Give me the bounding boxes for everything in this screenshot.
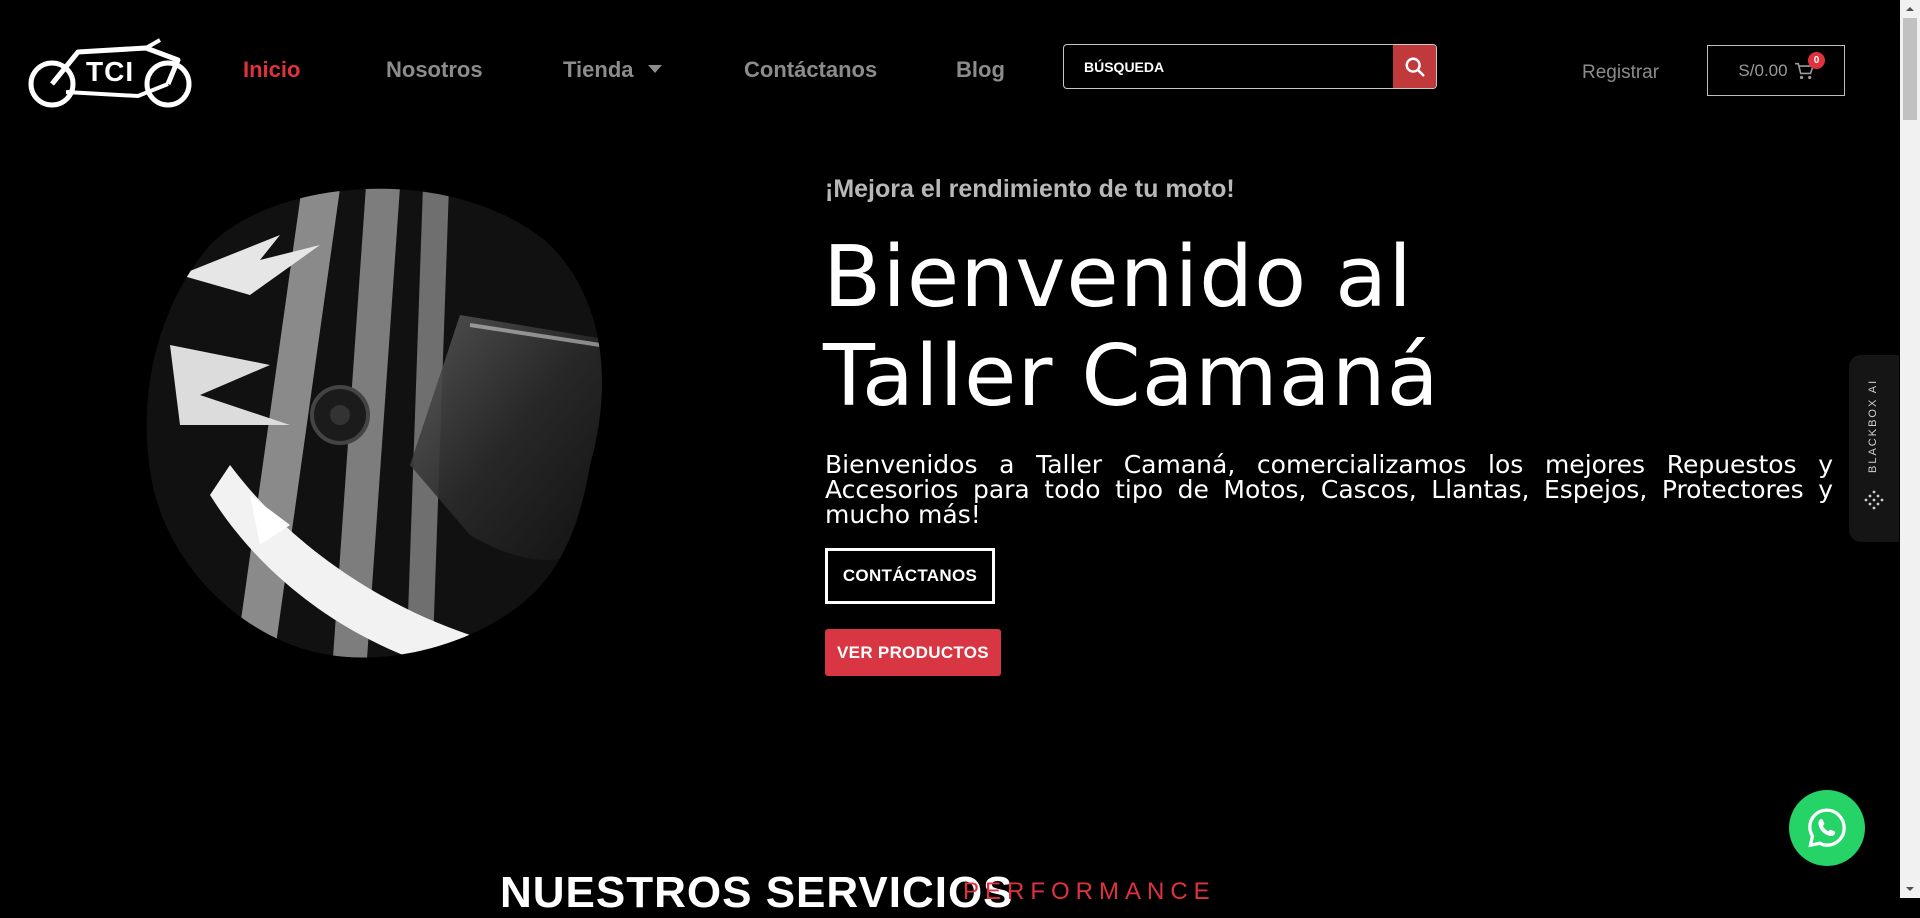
services-title: NUESTROS SERVICIOS — [500, 868, 1014, 917]
dots-icon — [1864, 490, 1884, 510]
side-tab-label: BLACKBOX AI — [1867, 378, 1879, 473]
hero-title-line1: Bienvenido al — [823, 228, 1413, 327]
page-scrollbar[interactable] — [1900, 0, 1920, 898]
register-link[interactable]: Registrar — [1582, 62, 1659, 84]
search-icon — [1405, 57, 1425, 77]
logo-text: TCI — [86, 56, 135, 87]
hero-title: Bienvenido al Taller Camaná — [823, 228, 1623, 426]
nav-blog[interactable]: Blog — [956, 57, 1005, 83]
nav-tienda[interactable]: Tienda — [563, 57, 662, 83]
nav-nosotros[interactable]: Nosotros — [386, 57, 483, 83]
chevron-down-icon — [647, 65, 662, 74]
view-products-button[interactable]: VER PRODUCTOS — [825, 629, 1001, 676]
search-bar — [1063, 44, 1437, 89]
nav-inicio[interactable]: Inicio — [243, 57, 300, 83]
hero-eyebrow: ¡Mejora el rendimiento de tu moto! — [825, 175, 1235, 203]
nav-tienda-label: Tienda — [563, 57, 634, 82]
search-input[interactable] — [1064, 45, 1394, 88]
helmet-image — [140, 165, 610, 670]
cart-button[interactable]: S/0.00 0 — [1707, 45, 1845, 96]
site-logo[interactable]: TCI — [28, 34, 194, 110]
nav-contactanos[interactable]: Contáctanos — [744, 57, 877, 83]
whatsapp-icon — [1808, 808, 1846, 848]
blackbox-side-tab[interactable]: BLACKBOX AI — [1849, 355, 1899, 542]
scrollbar-thumb[interactable] — [1903, 18, 1917, 120]
services-subtitle: PERFORMANCE — [963, 878, 1216, 905]
scroll-down-arrow-icon[interactable] — [1900, 880, 1920, 898]
cart-count-badge: 0 — [1808, 52, 1825, 69]
search-button[interactable] — [1393, 45, 1436, 88]
hero-title-line2: Taller Camaná — [823, 327, 1440, 426]
hero-description: Bienvenidos a Taller Camaná, comercializ… — [825, 450, 1833, 529]
scroll-up-arrow-icon[interactable] — [1900, 0, 1920, 18]
contact-button[interactable]: CONTÁCTANOS — [825, 548, 995, 604]
whatsapp-button[interactable] — [1789, 790, 1865, 866]
cart-amount: S/0.00 — [1738, 60, 1788, 80]
